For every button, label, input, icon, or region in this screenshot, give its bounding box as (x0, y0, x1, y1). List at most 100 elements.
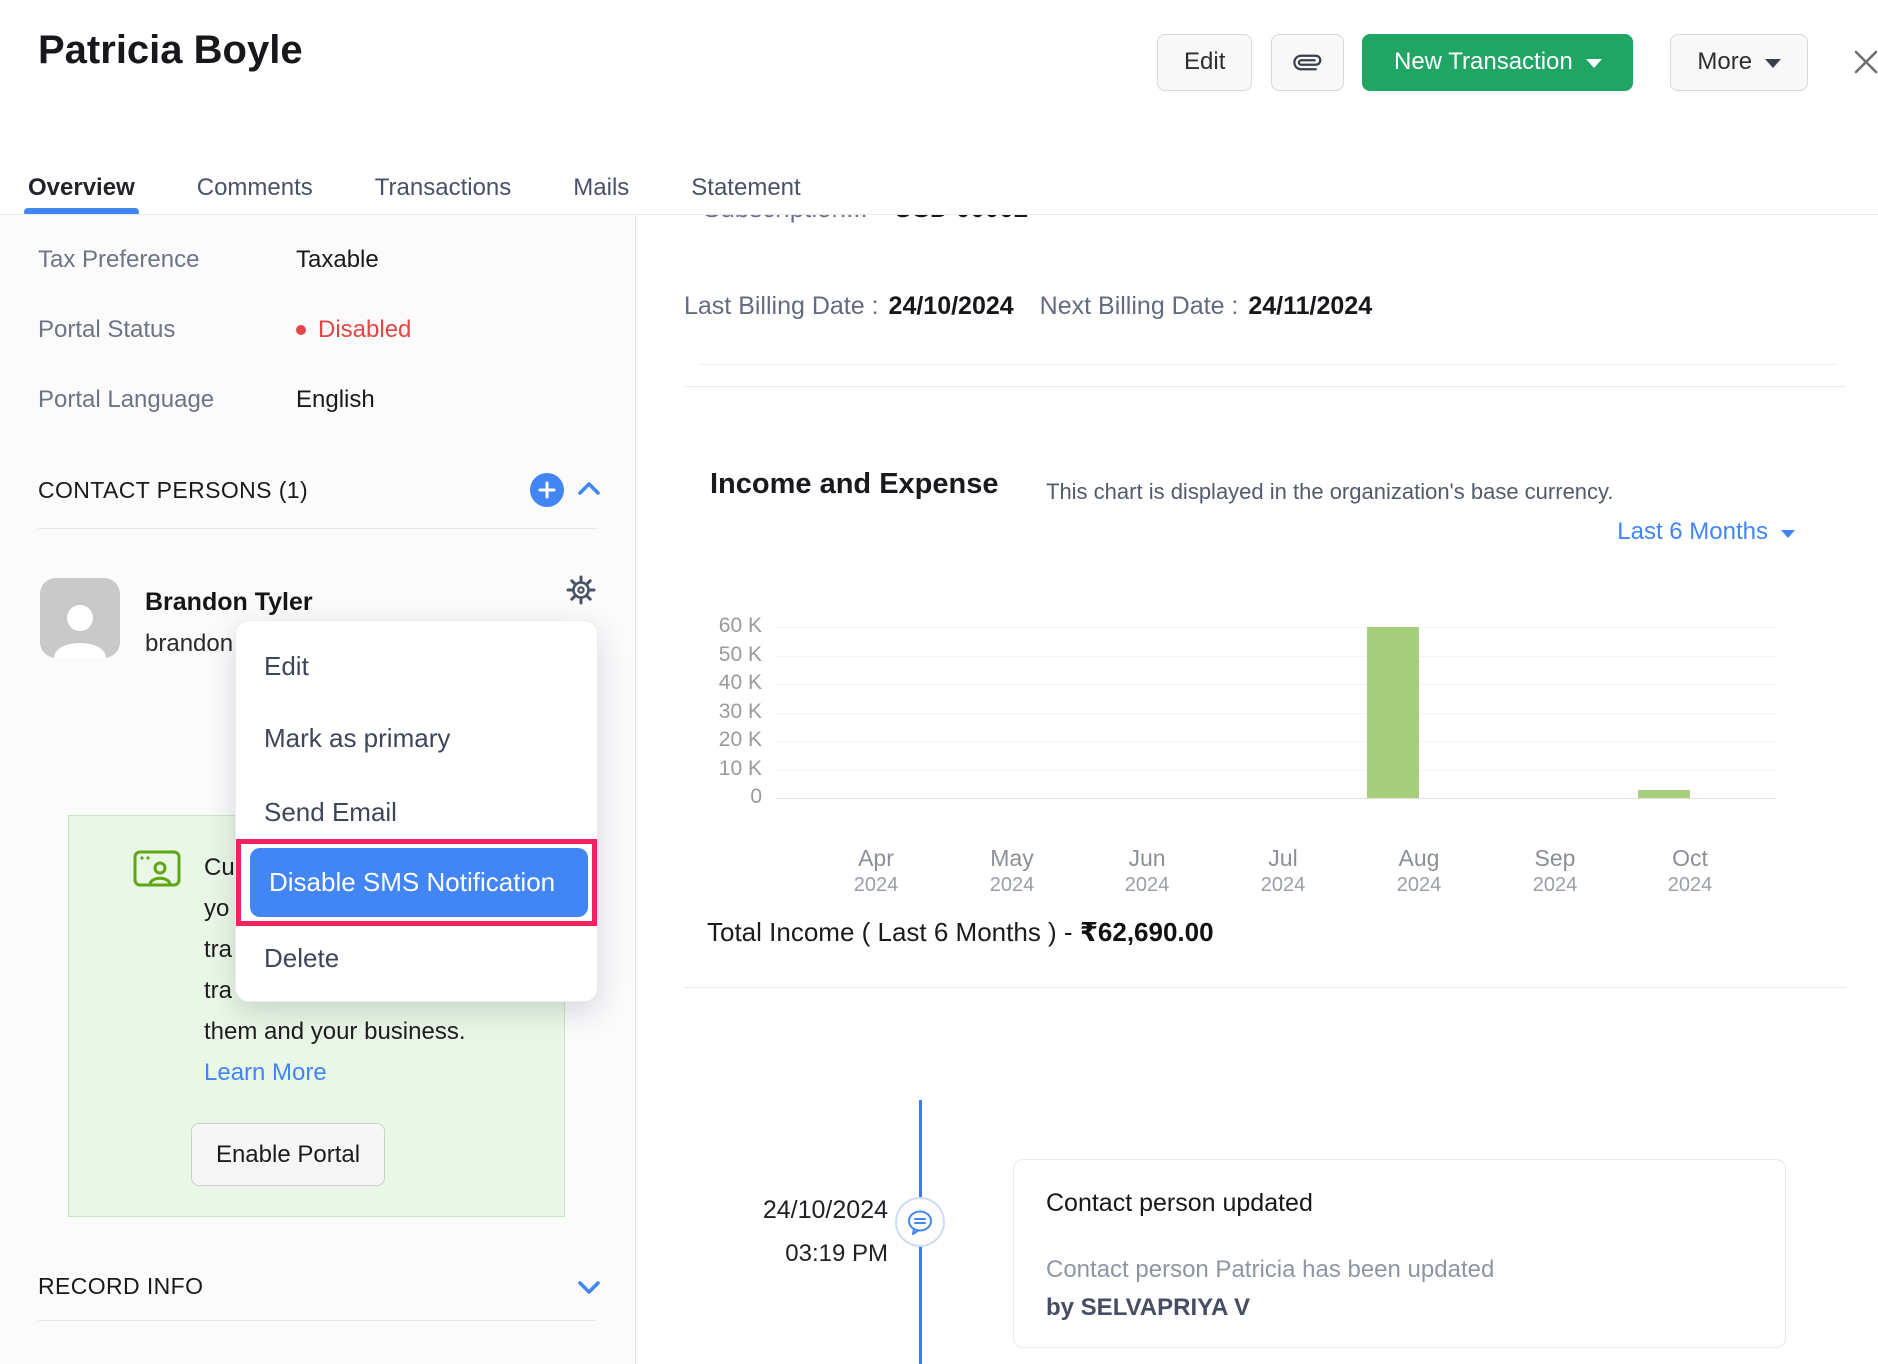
y-axis-tick: 20 K (615, 728, 762, 752)
contact-persons-heading: CONTACT PERSONS (1) (38, 477, 308, 504)
info-value: Disabled (296, 316, 411, 344)
chevron-up-icon (577, 481, 601, 496)
menu-item-mark-as-primary[interactable]: Mark as primary (264, 719, 450, 757)
contact-person-name: Brandon Tyler (145, 588, 313, 617)
x-axis-label: May2024 (944, 845, 1080, 897)
total-income-line: Total Income ( Last 6 Months ) - ₹62,690… (707, 917, 1214, 948)
highlight-outline: Disable SMS Notification (236, 839, 597, 926)
close-button[interactable] (1848, 44, 1878, 80)
chat-bubble-icon (907, 1210, 933, 1235)
info-label: Portal Language (38, 386, 296, 414)
portal-text-line: tra (204, 977, 232, 1005)
collapse-contact-persons-button[interactable] (577, 481, 601, 501)
learn-more-link[interactable]: Learn More (204, 1059, 327, 1087)
subscription-value: USD 00002 (894, 215, 1028, 223)
chart-bar-aug (1367, 627, 1419, 798)
chart-period-selector[interactable]: Last 6 Months (1617, 518, 1795, 546)
y-axis-tick: 60 K (615, 614, 762, 638)
y-axis-tick: 30 K (615, 700, 762, 724)
total-income-label: Total Income ( Last 6 Months ) - (707, 917, 1080, 947)
timeline-event-title: Contact person updated (1046, 1189, 1313, 1218)
timeline-time: 03:19 PM (680, 1240, 888, 1268)
y-axis-tick: 40 K (615, 671, 762, 695)
gear-icon (565, 574, 597, 606)
period-label: Last 6 Months (1617, 518, 1768, 546)
header-actions: Edit New Transaction More (1157, 33, 1878, 91)
timeline-event-author: by SELVAPRIYA V (1046, 1294, 1250, 1322)
person-icon (48, 600, 112, 658)
timeline-date: 24/10/2024 (680, 1196, 888, 1225)
info-label: Portal Status (38, 316, 296, 344)
x-axis-label: Jun2024 (1079, 845, 1215, 897)
gridline (776, 770, 1776, 771)
info-value: English (296, 386, 375, 414)
divider (38, 1320, 596, 1321)
contact-detail-page: Patricia Boyle Edit New Transaction More… (0, 0, 1878, 1364)
caret-down-icon (1781, 530, 1795, 538)
total-income-value: ₹62,690.00 (1080, 917, 1214, 947)
next-billing-value: 24/11/2024 (1248, 292, 1372, 321)
x-axis-label: Apr2024 (808, 845, 944, 897)
y-axis-tick: 0 (615, 785, 762, 809)
info-row-portal-language: Portal LanguageEnglish (38, 385, 411, 415)
caret-down-icon (1765, 59, 1781, 68)
more-label: More (1697, 48, 1752, 76)
menu-item-delete[interactable]: Delete (264, 939, 339, 977)
gridline (776, 741, 1776, 742)
contact-person-email: brandon (145, 630, 233, 658)
divider (684, 987, 1846, 988)
x-axis-label: Jul2024 (1215, 845, 1351, 897)
record-info-heading: RECORD INFO (38, 1273, 203, 1300)
info-row-portal-status: Portal StatusDisabled (38, 315, 411, 345)
y-axis-tick: 10 K (615, 757, 762, 781)
gridline (776, 627, 1776, 628)
divider (685, 386, 1846, 387)
plus-icon (538, 481, 556, 499)
contact-person-settings-button[interactable] (565, 574, 597, 606)
menu-item-send-email[interactable]: Send Email (264, 793, 397, 831)
tab-statement[interactable]: Statement (689, 166, 802, 214)
tab-transactions[interactable]: Transactions (373, 166, 514, 214)
x-axis-label: Aug2024 (1351, 845, 1487, 897)
chevron-down-icon (577, 1280, 601, 1295)
subscription-label: Subscription... (703, 215, 868, 223)
billing-dates-row: Last Billing Date : 24/10/2024 Next Bill… (684, 292, 1372, 321)
timeline-event-description: Contact person Patricia has been updated (1046, 1256, 1494, 1284)
status-dot-icon (296, 325, 306, 335)
x-axis-label: Sep2024 (1487, 845, 1623, 897)
tab-overview[interactable]: Overview (26, 166, 137, 214)
add-contact-person-button[interactable] (530, 473, 564, 507)
portal-text-line: Cu (204, 854, 235, 882)
chart-title: Income and Expense (710, 468, 999, 501)
gridline (776, 798, 1776, 799)
more-button[interactable]: More (1670, 34, 1808, 91)
tab-mails[interactable]: Mails (571, 166, 631, 214)
portal-icon (133, 850, 181, 895)
portal-text-line: them and your business. (204, 1018, 465, 1046)
new-transaction-button[interactable]: New Transaction (1362, 34, 1633, 91)
enable-portal-button[interactable]: Enable Portal (191, 1123, 385, 1186)
new-transaction-label: New Transaction (1394, 48, 1573, 76)
y-axis-tick: 50 K (615, 643, 762, 667)
avatar (40, 578, 120, 658)
tab-comments[interactable]: Comments (195, 166, 315, 214)
divider (38, 528, 598, 529)
gridline (776, 713, 1776, 714)
menu-item-edit[interactable]: Edit (264, 647, 309, 685)
info-label: Tax Preference (38, 246, 296, 274)
attachment-button[interactable] (1271, 34, 1344, 91)
edit-button[interactable]: Edit (1157, 34, 1252, 91)
divider (700, 364, 1836, 365)
portal-text-line: yo (204, 895, 229, 923)
gridline (776, 684, 1776, 685)
info-value: Taxable (296, 246, 379, 274)
contact-person-context-menu: Edit Mark as primary Send Email Disable SMS… (235, 620, 598, 1002)
caret-down-icon (1586, 59, 1602, 68)
last-billing-label: Last Billing Date : (684, 292, 879, 321)
menu-item-disable-sms-notification[interactable]: Disable SMS Notification (250, 848, 588, 917)
scroll-clipped-region: Subscription... USD 00002 (636, 215, 1878, 255)
timeline-node (895, 1197, 945, 1247)
expand-record-info-button[interactable] (577, 1280, 601, 1300)
paperclip-icon (1289, 43, 1327, 81)
gridline (776, 656, 1776, 657)
